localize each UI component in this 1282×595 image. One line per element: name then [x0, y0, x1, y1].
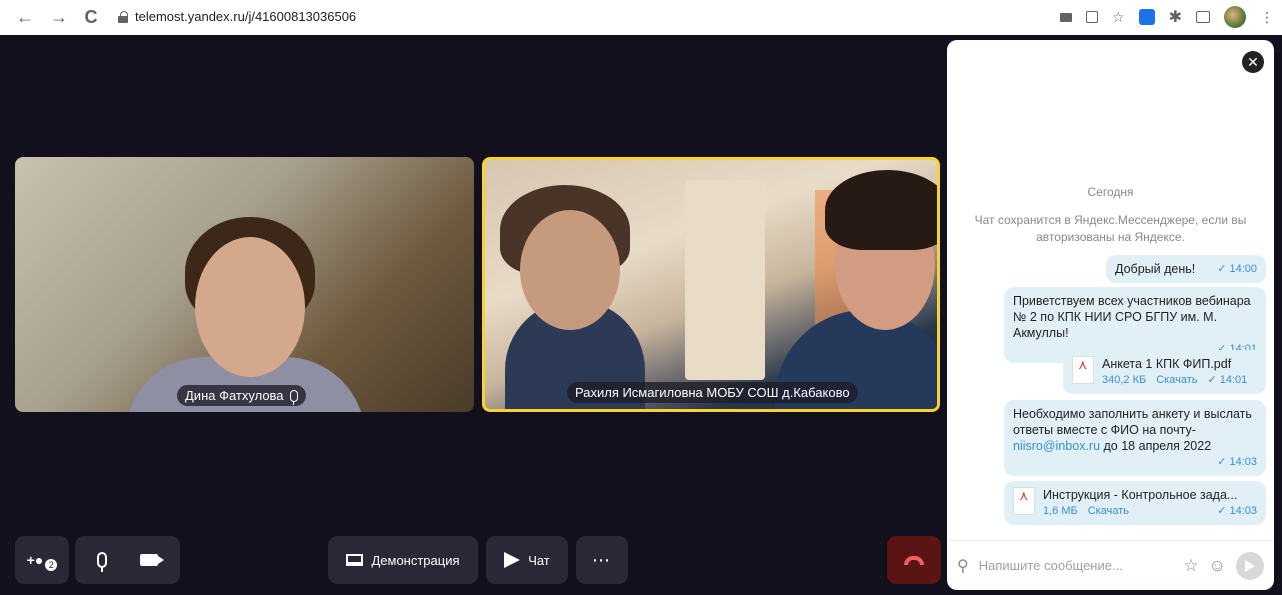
end-call-button[interactable]: [887, 536, 941, 584]
message-text: Добрый день!: [1115, 262, 1196, 276]
url-text: telemost.yandex.ru/j/41600813036506: [135, 9, 357, 24]
participant-video-face: [520, 210, 620, 330]
extension-icon[interactable]: [1138, 9, 1155, 25]
send-message-button[interactable]: [1236, 551, 1264, 580]
message-time: ✓ 14:00: [1217, 263, 1257, 275]
participant-name: Дина Фатхулова: [185, 388, 284, 403]
bookmark-star-icon[interactable]: ☆: [1112, 9, 1125, 26]
participant-name-tag: Дина Фатхулова: [177, 385, 306, 406]
hang-up-icon: [904, 555, 924, 565]
download-link[interactable]: Скачать: [1088, 503, 1129, 519]
emoji-icon[interactable]: ☺: [1209, 556, 1226, 576]
download-link[interactable]: Скачать: [1156, 372, 1197, 388]
microphone-toggle-icon[interactable]: [97, 552, 108, 572]
chat-button-label: Чат: [528, 552, 550, 568]
chat-file-message: Анкета 1 КПК ФИП.pdf 340,2 КБ Скачать ✓ …: [1063, 350, 1266, 394]
chat-message: Необходимо заполнить анкету и выслать от…: [1004, 400, 1266, 476]
browser-menu-icon[interactable]: ⋮: [1260, 9, 1274, 26]
chat-day-divider: Сегодня: [1087, 185, 1134, 199]
share-icon[interactable]: [1086, 11, 1099, 23]
file-name[interactable]: Анкета 1 КПК ФИП.pdf: [1102, 356, 1247, 372]
invite-participants-button[interactable]: +● 2: [15, 536, 69, 584]
file-name[interactable]: Инструкция - Контрольное зада...: [1043, 487, 1257, 503]
send-icon: [1245, 559, 1255, 572]
browser-actions: ☆ ✱ ⋮: [1060, 6, 1274, 28]
attach-icon[interactable]: ⚲: [957, 556, 969, 576]
forward-icon[interactable]: →: [48, 7, 70, 29]
add-person-icon: +●: [26, 552, 44, 568]
camera-toggle-icon[interactable]: [139, 554, 164, 566]
more-dots-icon: ⋯: [592, 549, 612, 570]
side-panel-icon[interactable]: [1196, 11, 1210, 23]
address-bar[interactable]: telemost.yandex.ru/j/41600813036506: [118, 9, 356, 24]
email-link[interactable]: niisro@inbox.ru: [1013, 439, 1100, 453]
message-input[interactable]: Напишите сообщение...: [979, 558, 1174, 573]
back-icon[interactable]: ←: [14, 7, 36, 29]
message-text: Необходимо заполнить анкету и выслать от…: [1013, 407, 1252, 437]
message-time: ✓ 14:03: [1217, 456, 1257, 468]
profile-avatar[interactable]: [1224, 6, 1246, 28]
pdf-file-icon[interactable]: [1013, 487, 1035, 515]
star-icon[interactable]: ☆: [1183, 556, 1198, 576]
message-time: ✓ 14:03: [1217, 505, 1257, 517]
chat-message: Добрый день! ✓ 14:00: [1106, 255, 1266, 283]
media-controls: [75, 536, 180, 584]
chat-save-notice: Чат сохранится в Яндекс.Мессенджере, есл…: [974, 213, 1247, 244]
video-tile-active-speaker[interactable]: Рахиля Исмагиловна МОБУ СОШ д.Кабаково: [482, 157, 940, 412]
more-options-button[interactable]: ⋯: [576, 536, 628, 584]
lock-icon: [118, 10, 128, 23]
message-composer: ⚲ Напишите сообщение... ☆ ☺: [947, 540, 1274, 590]
participant-name-tag: Рахиля Исмагиловна МОБУ СОШ д.Кабаково: [567, 382, 858, 403]
message-text-end: до 18 апреля 2022: [1103, 439, 1212, 453]
background-door: [685, 180, 765, 380]
participants-count-badge: 2: [45, 559, 58, 571]
camera-indicator-icon[interactable]: [1060, 12, 1073, 22]
mic-icon: [289, 389, 298, 405]
browser-toolbar: ← → C telemost.yandex.ru/j/4160081303650…: [0, 0, 1282, 35]
extensions-puzzle-icon[interactable]: ✱: [1169, 7, 1182, 27]
screen-share-button[interactable]: Демонстрация: [328, 536, 478, 584]
file-size: 1,6 МБ: [1043, 505, 1078, 517]
chat-panel: ✕ Сегодня Чат сохранится в Яндекс.Мессен…: [947, 40, 1274, 590]
chat-button[interactable]: Чат: [486, 536, 568, 584]
message-text: Приветствуем всех участников вебинара № …: [1013, 294, 1251, 340]
chat-file-message: Инструкция - Контрольное зада... 1,6 МБ …: [1004, 481, 1266, 525]
participant-name: Рахиля Исмагиловна МОБУ СОШ д.Кабаково: [575, 385, 850, 400]
participant-video-hair: [825, 170, 937, 250]
file-size: 340,2 КБ: [1102, 374, 1147, 386]
screen-share-icon: [346, 554, 364, 566]
participant-video-face: [195, 237, 305, 377]
close-chat-button[interactable]: ✕: [1242, 51, 1264, 73]
pdf-file-icon[interactable]: [1072, 356, 1094, 384]
video-tile[interactable]: Дина Фатхулова: [15, 157, 474, 412]
chat-send-icon: [504, 552, 521, 568]
reload-icon[interactable]: C: [80, 7, 102, 29]
message-time: ✓ 14:01: [1207, 374, 1248, 386]
screen-share-label: Демонстрация: [371, 552, 460, 568]
